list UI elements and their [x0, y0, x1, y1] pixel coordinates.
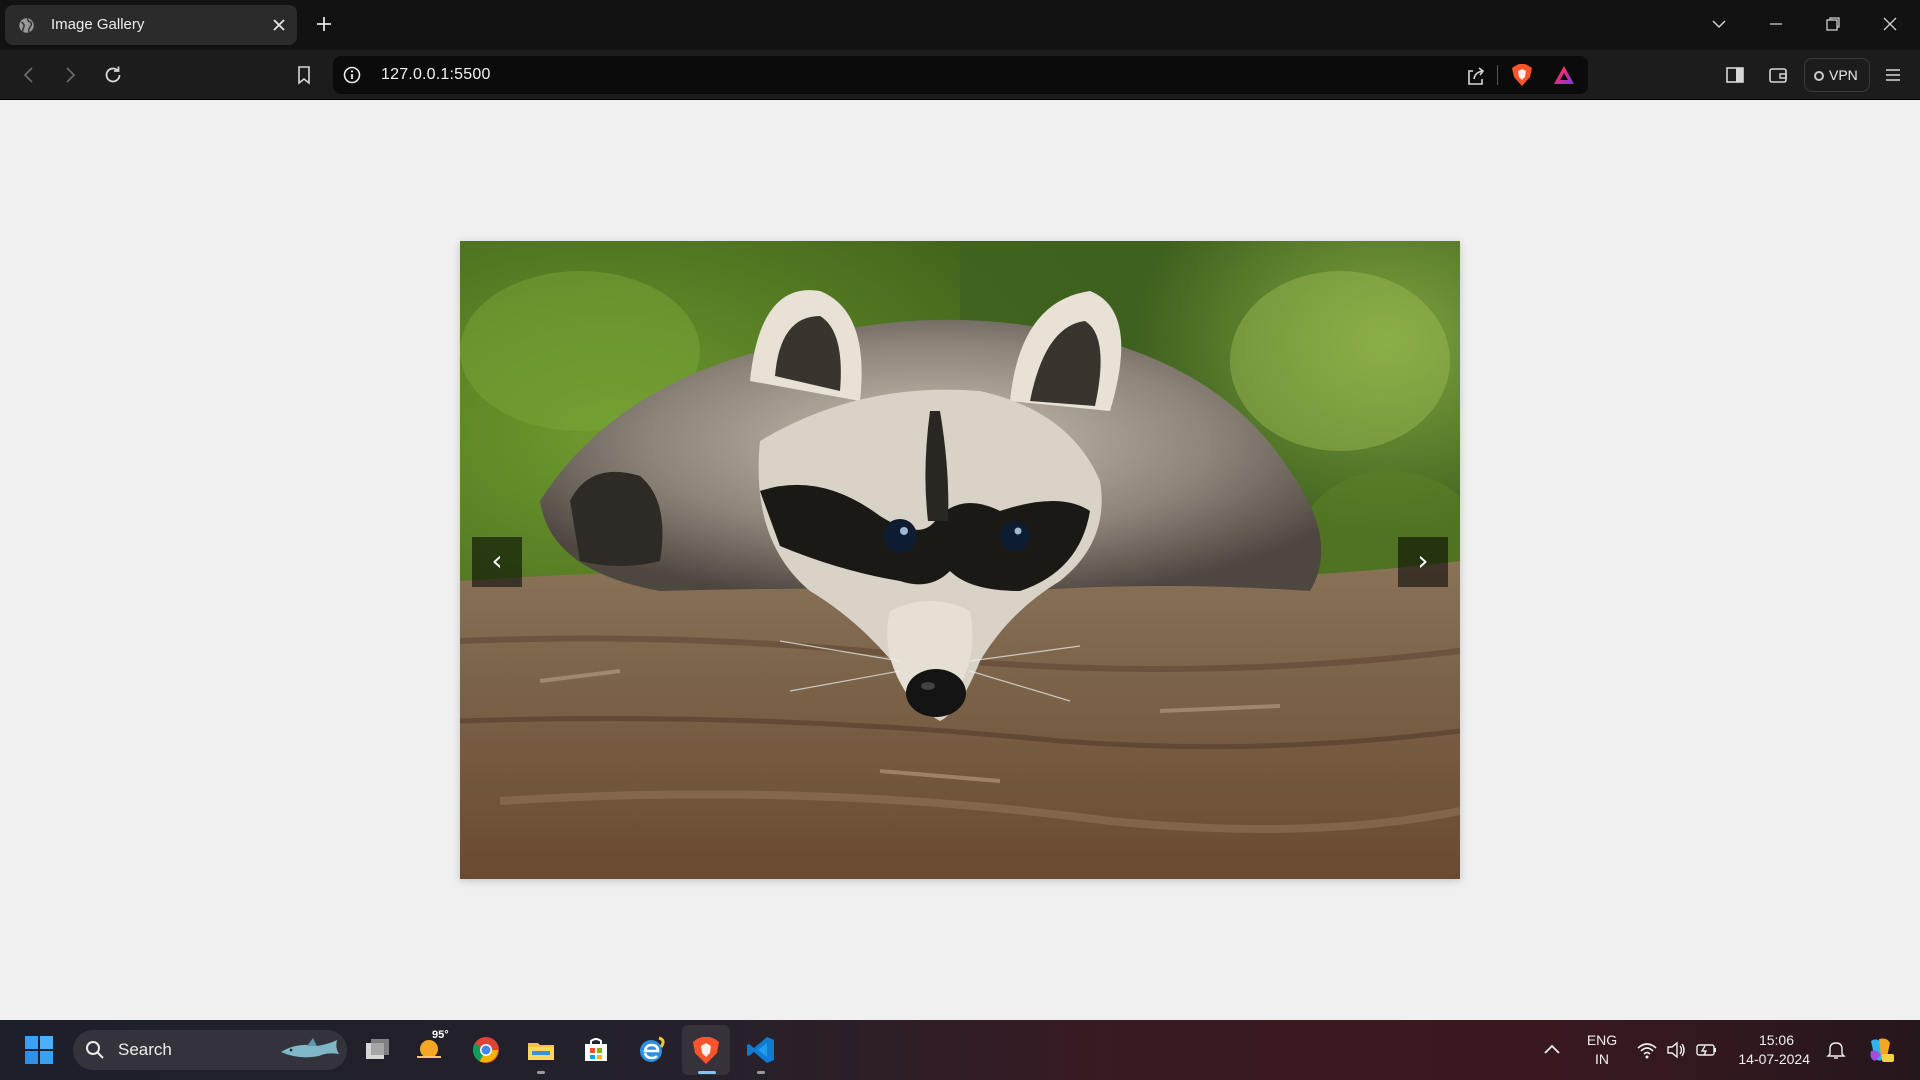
new-tab-icon[interactable] [314, 14, 334, 34]
show-hidden-icons-chevron-icon[interactable] [1541, 1039, 1563, 1061]
copilot-icon[interactable] [1865, 1035, 1895, 1065]
address-bar-divider [1497, 65, 1498, 85]
input-language[interactable]: ENG [1582, 1032, 1622, 1048]
tab-title: Image Gallery [51, 16, 145, 33]
volume-icon[interactable] [1665, 1039, 1687, 1061]
brave-shields-icon[interactable] [1511, 63, 1533, 87]
clock-time[interactable]: 15:06 [1730, 1032, 1794, 1048]
gallery-image [460, 241, 1460, 879]
previous-image-button[interactable]: ‹ [472, 537, 522, 587]
forward-icon[interactable] [58, 63, 82, 87]
url-text: 127.0.0.1:5500 [381, 66, 491, 83]
close-tab-icon[interactable] [271, 17, 287, 33]
search-highlight-shark-icon [281, 1038, 339, 1058]
tab-image-gallery[interactable]: Image Gallery [5, 5, 297, 45]
reload-icon[interactable] [101, 63, 125, 87]
taskbar-search[interactable]: Search [73, 1030, 347, 1070]
sidebar-toggle-icon[interactable] [1723, 63, 1747, 87]
restore-icon[interactable] [1823, 14, 1843, 34]
bookmark-icon[interactable] [292, 63, 316, 87]
vpn-status-icon [1814, 71, 1824, 81]
next-image-button[interactable]: › [1398, 537, 1448, 587]
search-icon [86, 1041, 104, 1059]
address-bar[interactable]: 127.0.0.1:5500 [333, 56, 1588, 94]
back-icon[interactable] [17, 63, 41, 87]
notification-bell-icon[interactable] [1825, 1039, 1847, 1061]
clock-date[interactable]: 14-07-2024 [1722, 1051, 1810, 1067]
brave-rewards-icon[interactable] [1553, 65, 1575, 85]
vpn-label: VPN [1829, 67, 1858, 83]
input-region[interactable]: IN [1582, 1051, 1622, 1067]
microsoft-store-icon[interactable] [581, 1035, 611, 1065]
wifi-icon[interactable] [1636, 1039, 1658, 1061]
weather-temperature: 95° [432, 1029, 449, 1041]
task-view-icon[interactable] [362, 1035, 392, 1065]
ie-edge-icon[interactable] [637, 1035, 667, 1065]
page-viewport: ‹ › [0, 101, 1920, 1020]
tab-search-chevron-icon[interactable] [1709, 14, 1729, 34]
file-explorer-icon[interactable] [526, 1035, 556, 1065]
battery-icon[interactable] [1695, 1039, 1719, 1061]
image-gallery: ‹ › [460, 241, 1460, 879]
vscode-running-indicator [757, 1071, 765, 1074]
taskbar: Search 95° ENG IN 15:06 14-07-2024 [0, 1020, 1920, 1080]
site-info-icon[interactable] [343, 66, 361, 84]
minimize-icon[interactable] [1766, 14, 1786, 34]
menu-icon[interactable] [1881, 63, 1905, 87]
file-explorer-running-indicator [537, 1071, 545, 1074]
globe-icon [19, 18, 34, 33]
vscode-icon[interactable] [746, 1035, 776, 1065]
share-icon[interactable] [1465, 65, 1487, 87]
chrome-icon[interactable] [471, 1035, 501, 1065]
vpn-button[interactable]: VPN [1804, 58, 1870, 92]
browser-toolbar: 127.0.0.1:5500 VPN [0, 50, 1920, 100]
wallet-icon[interactable] [1766, 63, 1790, 87]
windows-start-icon[interactable] [24, 1035, 54, 1065]
browser-tab-strip: Image Gallery [0, 0, 1920, 50]
close-window-icon[interactable] [1880, 14, 1900, 34]
brave-running-indicator [698, 1071, 716, 1074]
search-label: Search [118, 1040, 172, 1059]
brave-browser-icon[interactable] [691, 1035, 721, 1065]
